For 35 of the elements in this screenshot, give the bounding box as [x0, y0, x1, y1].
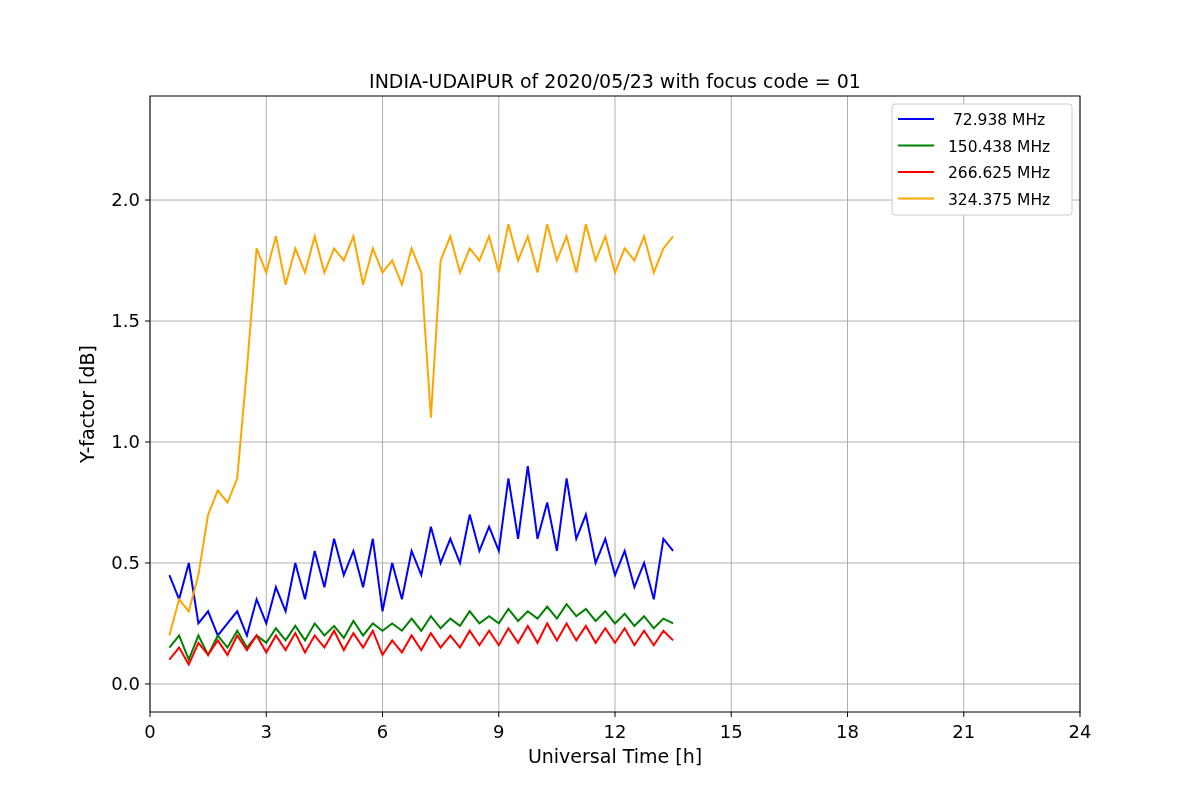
tick-mark [382, 711, 383, 718]
tick-mark [144, 320, 151, 322]
tick-mark [144, 441, 151, 443]
x-tick-label: 0 [144, 721, 156, 742]
x-tick-label: 3 [260, 721, 272, 742]
tick-mark [144, 199, 151, 201]
x-tick-label: 6 [376, 721, 389, 742]
x-tick-label: 12 [603, 721, 627, 742]
y-axis-label: Y-factor [dB] [76, 345, 98, 463]
tick-mark [144, 562, 151, 564]
tick-mark [498, 711, 500, 718]
x-tick-label: 18 [836, 721, 859, 742]
y-tick-label: 0.0 [111, 672, 140, 694]
x-tick-label: 9 [493, 721, 505, 742]
x-tick-label: 21 [952, 721, 976, 742]
x-axis-label: Universal Time [h] [527, 745, 703, 767]
tick-mark [614, 711, 616, 718]
legend-label: 324.375 MHz [948, 190, 1051, 209]
tick-mark [265, 711, 267, 718]
y-tick-label: 2.0 [111, 189, 140, 211]
chart-title: INDIA-UDAIPUR of 2020/05/23 with focus code = 01 [369, 70, 861, 92]
x-tick-label: 24 [1068, 721, 1092, 742]
x-tick-label: 15 [719, 721, 743, 742]
legend-label: 266.625 MHz [948, 164, 1051, 182]
tick-mark [963, 711, 965, 718]
y-tick-label: 1.5 [111, 310, 140, 331]
y-tick-label: 0.5 [111, 551, 140, 573]
tick-mark [847, 711, 848, 718]
tick-mark [1079, 711, 1081, 718]
tick-mark [730, 711, 732, 718]
legend-label: 72.938 MHz [952, 111, 1046, 129]
tick-mark [149, 711, 151, 718]
legend-label: 150.438 MHz [948, 137, 1051, 156]
tick-mark [144, 683, 151, 685]
y-tick-label: 1.0 [111, 431, 140, 452]
